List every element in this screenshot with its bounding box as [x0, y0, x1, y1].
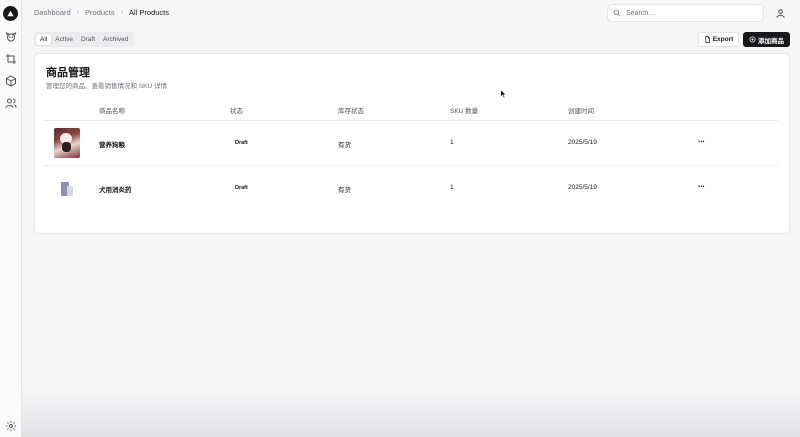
top-bar: Dashboard › Products › All Products: [22, 0, 800, 27]
product-name[interactable]: 营养狗粮: [99, 139, 125, 149]
breadcrumb-dashboard[interactable]: Dashboard: [34, 8, 71, 17]
more-actions-icon[interactable]: ···: [698, 137, 705, 146]
triangle-logo[interactable]: [3, 6, 18, 21]
file-icon: [705, 36, 710, 43]
add-product-button[interactable]: 添加商品: [743, 32, 790, 47]
bottom-gradient: [22, 390, 800, 437]
status-badge: Draft: [232, 184, 251, 192]
search-icon: [613, 9, 621, 17]
add-product-label: 添加商品: [758, 37, 784, 45]
breadcrumb-products[interactable]: Products: [85, 8, 115, 17]
breadcrumb: Dashboard › Products › All Products: [34, 8, 169, 17]
sidebar: [0, 0, 22, 437]
column-header-stock: 库存状态: [338, 108, 364, 115]
main-area: Dashboard › Products › All Products All …: [22, 0, 800, 437]
tab-draft[interactable]: Draft: [77, 34, 99, 45]
product-thumbnail: [61, 180, 73, 197]
created-date: 2025/5/19: [568, 139, 597, 146]
status-tabs: All Active Draft Archived: [34, 32, 135, 47]
stock-status: 有货: [338, 187, 351, 194]
export-button[interactable]: Export: [698, 32, 739, 47]
tab-active[interactable]: Active: [51, 34, 77, 45]
status-badge: Draft: [232, 139, 251, 147]
products-card: 商品管理 管理您的商品、查看销售情况和 SKU 详情: [34, 53, 790, 234]
tab-all[interactable]: All: [36, 34, 52, 45]
card-title: 商品管理: [46, 67, 90, 79]
gear-icon[interactable]: [4, 419, 17, 432]
package-icon[interactable]: [4, 74, 17, 87]
column-header-sku: SKU 数量: [450, 108, 479, 115]
crop-icon[interactable]: [4, 52, 17, 65]
chevron-right-icon: ›: [76, 9, 80, 16]
column-header-name: 商品名称: [99, 108, 125, 115]
product-name[interactable]: 犬用消炎药: [99, 184, 132, 194]
sku-count: 1: [450, 139, 454, 146]
divider: [44, 120, 778, 121]
stock-status: 有货: [338, 142, 351, 149]
sku-count: 1: [450, 184, 454, 191]
column-header-status: 状态: [230, 108, 243, 115]
breadcrumb-all-products: All Products: [129, 8, 170, 17]
user-icon[interactable]: [772, 5, 788, 21]
search-input[interactable]: [626, 9, 756, 17]
chevron-right-icon: ›: [120, 9, 123, 16]
users-icon[interactable]: [4, 96, 17, 109]
plus-circle-icon: [749, 36, 756, 43]
column-header-created: 创建时间: [568, 108, 594, 115]
created-date: 2025/5/19: [568, 184, 597, 191]
export-label: Export: [712, 36, 734, 43]
product-thumbnail: [54, 128, 80, 158]
mouse-cursor-icon: [500, 89, 507, 99]
card-description: 管理您的商品、查看销售情况和 SKU 详情: [46, 83, 167, 90]
divider: [44, 165, 778, 166]
search-box: [607, 4, 764, 22]
dog-icon[interactable]: [4, 30, 17, 43]
tab-archived[interactable]: Archived: [99, 34, 132, 45]
more-actions-icon[interactable]: ···: [698, 182, 705, 191]
